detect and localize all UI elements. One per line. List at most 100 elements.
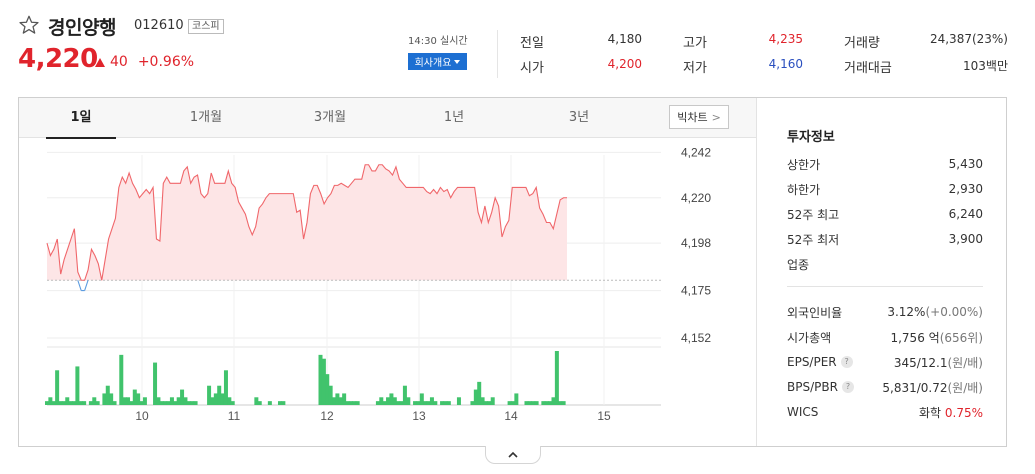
eps-row: EPS/PER? 345/12.1(원/배): [787, 354, 983, 370]
amount-label: 거래대금: [844, 61, 892, 76]
bigchart-button[interactable]: 빅차트 >: [669, 105, 729, 129]
volume-bar: [55, 370, 60, 405]
eps-unit: (원/배): [947, 355, 984, 370]
divider: [497, 30, 498, 78]
volume-value: 24,387(23%): [929, 32, 1008, 46]
y-tick-label: 4,242: [681, 145, 711, 159]
tab-3year[interactable]: 3년: [544, 98, 614, 138]
open-label: 시가: [520, 61, 544, 76]
volume-bar: [267, 401, 272, 405]
y-tick-label: 4,175: [681, 284, 711, 298]
bps-row: BPS/PBR? 5,831/0.72(원/배): [787, 379, 983, 395]
volume-bar: [230, 401, 235, 405]
volume-bar: [75, 366, 80, 405]
chevron-up-icon: [508, 451, 518, 458]
low52-label: 52주 최저: [787, 232, 840, 247]
industry-label: 업종: [787, 257, 810, 272]
volume-bar: [193, 401, 198, 405]
realtime-label: 14:30 실시간: [408, 36, 468, 47]
high52-label: 52주 최고: [787, 207, 840, 222]
chevron-right-icon: >: [711, 110, 721, 124]
x-tick-label: 13: [412, 409, 426, 423]
tab-1year[interactable]: 1년: [419, 98, 489, 138]
open-value: 4,200: [607, 57, 642, 71]
market-badge: 코스피: [188, 19, 224, 34]
chart-panel: 1일 1개월 3개월 1년 3년 빅차트 > 4,242 4,220 4,198 4,…: [18, 97, 1007, 447]
tab-3month[interactable]: 3개월: [295, 98, 365, 138]
lower-limit-row: 하한가 2,930: [787, 181, 983, 197]
high52-row: 52주 최고 6,240: [787, 206, 983, 222]
high-value: 4,235: [768, 32, 803, 46]
change-amount: 40: [110, 54, 128, 70]
bps-unit: (원/배): [947, 380, 984, 395]
industry-row: 업종: [787, 256, 983, 272]
wics-label: WICS: [787, 405, 819, 419]
mcap-value: 1,756 억: [890, 330, 940, 345]
caret-down-icon: [454, 59, 461, 64]
volume-bar: [95, 401, 100, 405]
upper-limit-row: 상한가 5,430: [787, 156, 983, 172]
x-tick-label: 14: [504, 409, 518, 423]
volume-bar: [142, 397, 147, 405]
tab-1day[interactable]: 1일: [46, 98, 116, 139]
bps-label: BPS/PBR: [787, 380, 838, 394]
volume-bar: [456, 397, 461, 405]
lower-limit-label: 하한가: [787, 182, 821, 197]
star-icon[interactable]: [18, 14, 40, 36]
help-icon[interactable]: ?: [840, 356, 853, 368]
collapse-button[interactable]: [485, 446, 541, 464]
volume-bar: [355, 401, 360, 405]
change-percent: +0.96%: [137, 54, 195, 70]
tab-1month[interactable]: 1개월: [171, 98, 241, 138]
upper-limit-label: 상한가: [787, 157, 821, 172]
x-tick-label: 11: [228, 409, 241, 423]
help-icon[interactable]: ?: [841, 381, 854, 393]
y-tick-label: 4,152: [681, 331, 711, 345]
low52-value: 3,900: [948, 232, 983, 246]
wics-row: WICS 화학 0.75%: [787, 404, 983, 420]
bps-value: 5,831/0.72: [882, 380, 948, 395]
low-label: 저가: [683, 61, 707, 76]
foreign-row: 외국인비율 3.12%(+0.00%): [787, 304, 983, 320]
y-tick-label: 4,198: [681, 236, 711, 250]
mcap-label: 시가총액: [787, 330, 832, 345]
invest-info: 투자정보 상한가 5,430 하한가 2,930 52주 최고 6,240 52…: [756, 98, 1006, 446]
y-tick-label: 4,220: [681, 191, 711, 205]
company-info-label: 회사개요: [414, 58, 452, 69]
price-line-down: [77, 280, 89, 292]
volume-bar: [82, 401, 87, 405]
foreign-change: (+0.00%): [925, 305, 983, 319]
high52-value: 6,240: [948, 207, 983, 221]
volume-bar: [554, 351, 559, 405]
volume-bar: [561, 401, 566, 405]
prev-close-value: 4,180: [607, 32, 642, 46]
volume-bar: [406, 397, 411, 405]
stock-name: 경인양행: [48, 17, 116, 39]
volume-bar: [446, 401, 451, 405]
volume-bar: [281, 401, 286, 405]
stock-code: 012610: [134, 18, 184, 33]
up-arrow-icon: [95, 57, 105, 67]
price-chart[interactable]: 4,242 4,220 4,198 4,175 4,152 10 11 12 13 14 15: [19, 139, 756, 446]
eps-value: 345/12.1: [893, 355, 948, 370]
high-label: 고가: [683, 36, 707, 51]
current-price: 4,220: [18, 44, 98, 74]
low-value: 4,160: [768, 57, 803, 71]
wics-value: 화학: [918, 405, 942, 420]
prev-close-label: 전일: [520, 36, 544, 51]
eps-label: EPS/PER: [787, 355, 837, 369]
company-info-button[interactable]: 회사개요: [408, 53, 467, 70]
x-tick-label: 15: [597, 409, 611, 423]
volume-bar: [514, 393, 519, 405]
amount-value: 103백만: [963, 59, 1008, 73]
foreign-value: 3.12%: [887, 305, 926, 319]
x-tick-label: 12: [320, 409, 334, 423]
divider: [787, 286, 983, 287]
upper-limit-value: 5,430: [948, 157, 983, 171]
bigchart-label: 빅차트: [677, 111, 708, 124]
volume-bar: [490, 397, 495, 405]
volume-bar: [112, 401, 117, 405]
mcap-row: 시가총액 1,756 억(656위): [787, 329, 983, 345]
invest-title: 투자정보: [787, 130, 835, 145]
x-tick-label: 10: [135, 409, 149, 423]
